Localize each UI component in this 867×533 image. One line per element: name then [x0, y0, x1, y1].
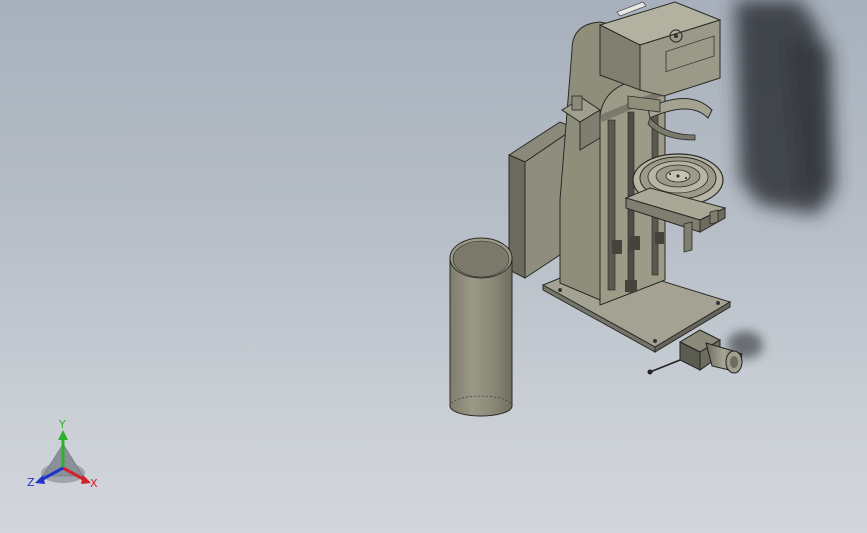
y-axis-arrow [58, 430, 68, 440]
graphics-viewport[interactable]: Y X Z [0, 0, 867, 533]
axis-triad: Y X Z [27, 418, 98, 490]
x-axis-label: X [90, 477, 98, 490]
top-housing[interactable] [598, 1, 722, 97]
cylinder-bin[interactable] [449, 237, 513, 417]
3d-model-view[interactable] [0, 0, 867, 533]
z-axis-label: Z [27, 476, 35, 489]
y-axis-label: Y [58, 418, 66, 431]
shadow [735, 0, 835, 215]
